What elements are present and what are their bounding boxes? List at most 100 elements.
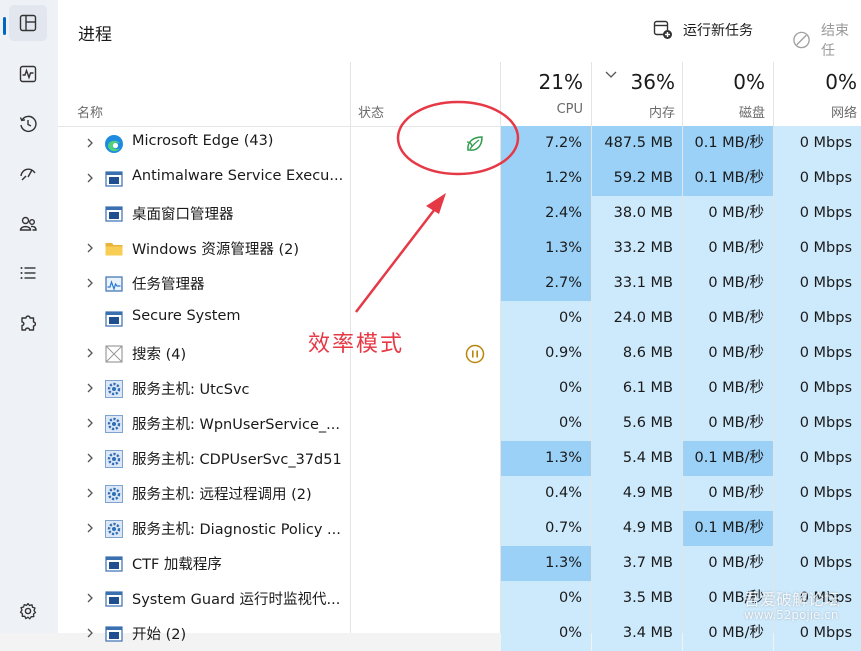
folder-icon bbox=[104, 239, 124, 259]
process-name: 服务主机: 远程过程调用 (2) bbox=[132, 487, 312, 503]
process-row[interactable]: 桌面窗口管理器 2.4% 38.0 MB 0 MB/秒 0 Mbps bbox=[58, 196, 861, 231]
expand-chevron-icon[interactable] bbox=[84, 417, 96, 429]
cpu-cell: 0.9% bbox=[501, 336, 591, 371]
main-panel: 进程 运行新任务 结束任 名称 状态 21% CPU 36% 内存 0% 磁盘 … bbox=[58, 0, 861, 651]
process-row[interactable]: 服务主机: CDPUserSvc_37d51 1.3% 5.4 MB 0.1 MB/秒… bbox=[58, 441, 861, 476]
nav-services-button[interactable] bbox=[9, 305, 47, 341]
expand-chevron-icon[interactable] bbox=[84, 172, 96, 184]
suspended-pause-icon bbox=[464, 343, 486, 365]
process-row[interactable]: 服务主机: UtcSvc 0% 6.1 MB 0 MB/秒 0 Mbps bbox=[58, 371, 861, 406]
end-task-label: 结束任 bbox=[821, 23, 850, 59]
service-gear-icon bbox=[104, 449, 124, 469]
expand-chevron-icon[interactable] bbox=[84, 347, 96, 359]
memory-column-header[interactable]: 内存 bbox=[592, 102, 675, 121]
memory-cell: 3.4 MB bbox=[592, 616, 682, 651]
expand-chevron-icon[interactable] bbox=[84, 627, 96, 639]
speedometer-icon bbox=[20, 168, 36, 181]
disk-cell: 0 MB/秒 bbox=[683, 476, 773, 511]
process-row[interactable]: Windows 资源管理器 (2) 1.3% 33.2 MB 0 MB/秒 0 Mbps bbox=[58, 231, 861, 266]
network-percent[interactable]: 0% bbox=[774, 70, 857, 94]
nav-performance-button[interactable] bbox=[9, 56, 47, 92]
memory-cell: 5.4 MB bbox=[592, 441, 682, 476]
disk-column-header[interactable]: 磁盘 bbox=[683, 102, 765, 121]
annotation-label: 效率模式 bbox=[308, 332, 405, 357]
nav-processes-button[interactable] bbox=[3, 5, 47, 41]
network-column-header[interactable]: 网络 bbox=[774, 102, 857, 121]
disk-cell: 0.1 MB/秒 bbox=[683, 441, 773, 476]
disk-cell: 0 MB/秒 bbox=[683, 196, 773, 231]
network-cell: 0 Mbps bbox=[774, 196, 861, 231]
network-cell: 0 Mbps bbox=[774, 301, 861, 336]
process-row[interactable]: Secure System 0% 24.0 MB 0 MB/秒 0 Mbps bbox=[58, 301, 861, 336]
performance-icon bbox=[19, 65, 37, 83]
memory-cell: 6.1 MB bbox=[592, 371, 682, 406]
nav-settings-button[interactable] bbox=[9, 593, 47, 629]
expand-chevron-icon[interactable] bbox=[84, 487, 96, 499]
service-gear-icon bbox=[104, 414, 124, 434]
cpu-cell: 1.2% bbox=[501, 161, 591, 196]
process-row[interactable]: 任务管理器 2.7% 33.1 MB 0 MB/秒 0 Mbps bbox=[58, 266, 861, 301]
nav-app-history-button[interactable] bbox=[9, 106, 47, 142]
cpu-cell: 2.7% bbox=[501, 266, 591, 301]
cpu-cell: 0.4% bbox=[501, 476, 591, 511]
expand-chevron-icon[interactable] bbox=[84, 382, 96, 394]
process-row[interactable]: System Guard 运行时监视代... 0% 3.5 MB 0 MB/秒 0 Mb… bbox=[58, 581, 861, 616]
status-column-header[interactable]: 状态 bbox=[358, 102, 384, 121]
cpu-percent[interactable]: 21% bbox=[501, 70, 583, 94]
process-row[interactable]: CTF 加载程序 1.3% 3.7 MB 0 MB/秒 0 Mbps bbox=[58, 546, 861, 581]
network-cell: 0 Mbps bbox=[774, 406, 861, 441]
history-icon bbox=[19, 115, 37, 133]
cpu-cell: 0% bbox=[501, 301, 591, 336]
process-name: Windows 资源管理器 (2) bbox=[132, 242, 299, 258]
name-column-header[interactable]: 名称 bbox=[77, 102, 103, 121]
expand-chevron-icon[interactable] bbox=[84, 452, 96, 464]
process-name: 桌面窗口管理器 bbox=[132, 207, 234, 223]
end-task-icon bbox=[793, 31, 810, 49]
process-row[interactable]: Antimalware Service Execu... 1.2% 59.2 MB 0… bbox=[58, 161, 861, 196]
expand-chevron-icon[interactable] bbox=[84, 592, 96, 604]
nav-startup-apps-button[interactable] bbox=[9, 155, 47, 191]
process-row[interactable]: Microsoft Edge (43) 7.2% 487.5 MB 0.1 MB/秒 0… bbox=[58, 126, 861, 161]
new-task-icon bbox=[653, 20, 672, 39]
process-row[interactable]: 搜索 (4) 0.9% 8.6 MB 0 MB/秒 0 Mbps bbox=[58, 336, 861, 371]
cpu-cell: 1.3% bbox=[501, 546, 591, 581]
process-name: 开始 (2) bbox=[132, 627, 187, 643]
process-row[interactable]: 服务主机: WpnUserService_... 0% 5.6 MB 0 MB/秒 0 … bbox=[58, 406, 861, 441]
memory-cell: 59.2 MB bbox=[592, 161, 682, 196]
task-manager-icon bbox=[104, 274, 124, 294]
nav-details-button[interactable] bbox=[9, 255, 47, 291]
process-name: 服务主机: UtcSvc bbox=[132, 382, 250, 398]
end-task-button[interactable]: 结束任 bbox=[792, 20, 861, 60]
process-row[interactable]: 开始 (2) 0% 3.4 MB 0 MB/秒 0 Mbps bbox=[58, 616, 861, 651]
expand-chevron-icon[interactable] bbox=[84, 137, 96, 149]
cpu-cell: 7.2% bbox=[501, 126, 591, 161]
memory-cell: 24.0 MB bbox=[592, 301, 682, 336]
expand-chevron-icon[interactable] bbox=[84, 242, 96, 254]
puzzle-icon bbox=[21, 315, 37, 331]
network-cell: 0 Mbps bbox=[774, 476, 861, 511]
processes-icon bbox=[19, 14, 37, 32]
window-app-icon bbox=[104, 309, 124, 329]
network-cell: 0 Mbps bbox=[774, 546, 861, 581]
gear-icon bbox=[19, 602, 37, 620]
memory-percent[interactable]: 36% bbox=[592, 70, 675, 94]
efficiency-leaf-icon bbox=[464, 133, 486, 155]
run-new-task-button[interactable]: 运行新任务 bbox=[653, 20, 753, 40]
users-icon bbox=[19, 216, 37, 231]
expand-chevron-icon[interactable] bbox=[84, 522, 96, 534]
cpu-cell: 0.7% bbox=[501, 511, 591, 546]
cpu-column-header[interactable]: CPU bbox=[501, 102, 583, 117]
list-icon bbox=[20, 267, 36, 279]
expand-chevron-icon[interactable] bbox=[84, 277, 96, 289]
memory-cell: 487.5 MB bbox=[592, 126, 682, 161]
process-row[interactable]: 服务主机: Diagnostic Policy ... 0.7% 4.9 MB 0.1… bbox=[58, 511, 861, 546]
nav-users-button[interactable] bbox=[9, 206, 47, 242]
command-bar: 进程 运行新任务 结束任 bbox=[58, 0, 861, 62]
process-row[interactable]: 服务主机: 远程过程调用 (2) 0.4% 4.9 MB 0 MB/秒 0 Mbps bbox=[58, 476, 861, 511]
process-name: 服务主机: CDPUserSvc_37d51 bbox=[132, 452, 342, 468]
network-cell: 0 Mbps bbox=[774, 126, 861, 161]
window-app-icon bbox=[104, 624, 124, 644]
disk-percent[interactable]: 0% bbox=[683, 70, 765, 94]
memory-cell: 3.7 MB bbox=[592, 546, 682, 581]
process-name: 服务主机: WpnUserService_... bbox=[132, 417, 340, 433]
